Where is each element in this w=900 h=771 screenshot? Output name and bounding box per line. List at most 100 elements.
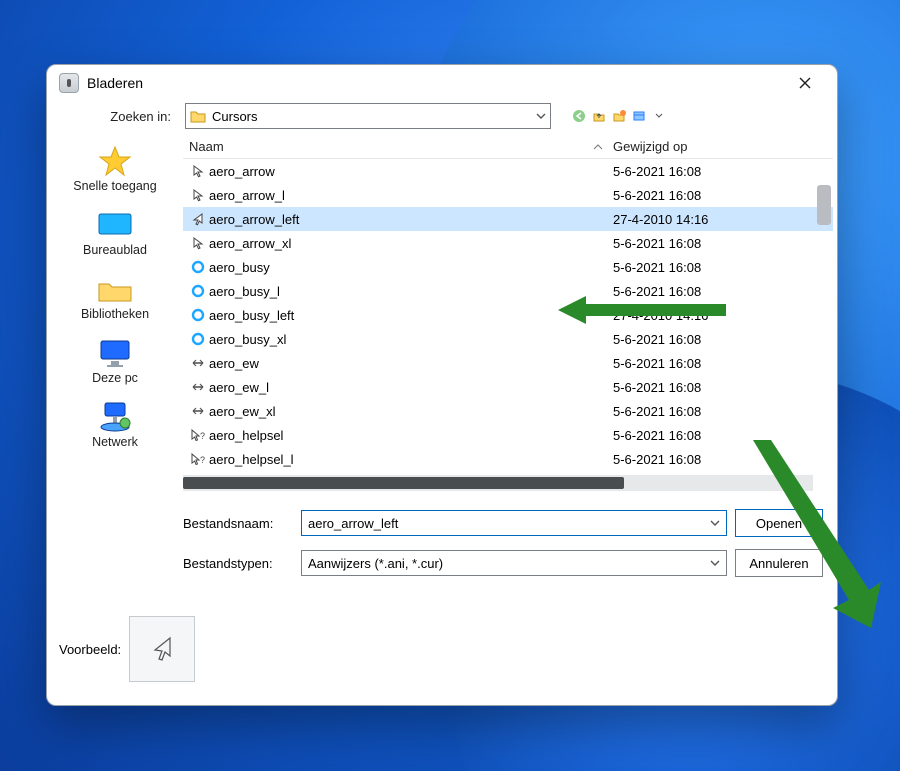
file-name: aero_ew [209, 356, 613, 371]
cursor-preview-icon [148, 635, 176, 663]
busy-icon [183, 284, 209, 298]
lookin-folder-name: Cursors [212, 109, 258, 124]
file-name: aero_ew_xl [209, 404, 613, 419]
file-date: 5-6-2021 16:08 [613, 356, 813, 371]
column-header-modified[interactable]: Gewijzigd op [613, 139, 813, 154]
help-cursor-icon: ? [183, 428, 209, 442]
file-name: aero_busy_l [209, 284, 613, 299]
file-list[interactable]: aero_arrow5-6-2021 16:08aero_arrow_l5-6-… [183, 159, 833, 471]
horizontal-scrollbar[interactable] [183, 475, 813, 491]
resize-ew-icon [183, 380, 209, 394]
chevron-down-icon [710, 520, 720, 526]
file-date: 5-6-2021 16:08 [613, 452, 813, 467]
place-quick[interactable]: Snelle toegang [55, 141, 175, 199]
file-row[interactable]: aero_busy_xl5-6-2021 16:08 [183, 327, 833, 351]
file-row[interactable]: aero_ew5-6-2021 16:08 [183, 351, 833, 375]
desktop-background: Bladeren Zoeken in: Cursors [0, 0, 900, 771]
file-date: 27-4-2010 14:16 [613, 308, 813, 323]
close-button[interactable] [785, 69, 825, 97]
open-button-label: Openen [756, 516, 802, 531]
file-date: 5-6-2021 16:08 [613, 260, 813, 275]
file-date: 5-6-2021 16:08 [613, 236, 813, 251]
lookin-label: Zoeken in: [61, 109, 177, 124]
file-date: 5-6-2021 16:08 [613, 380, 813, 395]
file-name: aero_helpsel [209, 428, 613, 443]
column-header-name[interactable]: Naam [183, 139, 593, 154]
file-row[interactable]: aero_arrow5-6-2021 16:08 [183, 159, 833, 183]
window-title: Bladeren [87, 75, 143, 91]
place-label: Deze pc [55, 371, 175, 385]
cursor-icon [183, 164, 209, 178]
file-name: aero_arrow_xl [209, 236, 613, 251]
sort-indicator-icon [593, 144, 613, 150]
new-folder-icon[interactable] [611, 108, 627, 124]
file-date: 5-6-2021 16:08 [613, 188, 813, 203]
busy-icon [183, 332, 209, 346]
file-row[interactable]: aero_arrow_l5-6-2021 16:08 [183, 183, 833, 207]
file-name: aero_ew_l [209, 380, 613, 395]
preview-box [129, 616, 195, 682]
preview-area: Voorbeeld: [47, 589, 837, 705]
place-libraries[interactable]: Bibliotheken [55, 269, 175, 327]
cancel-button[interactable]: Annuleren [735, 549, 823, 577]
file-name: aero_helpsel_l [209, 452, 613, 467]
cancel-button-label: Annuleren [749, 556, 808, 571]
lookin-toolbar: Zoeken in: Cursors [47, 101, 837, 135]
close-icon [799, 77, 811, 89]
file-name: aero_arrow_l [209, 188, 613, 203]
place-network[interactable]: Netwerk [55, 397, 175, 455]
filename-input[interactable]: aero_arrow_left [301, 510, 727, 536]
place-desktop[interactable]: Bureaublad [55, 205, 175, 263]
file-date: 5-6-2021 16:08 [613, 428, 813, 443]
file-row[interactable]: aero_busy_left27-4-2010 14:16 [183, 303, 833, 327]
file-date: 5-6-2021 16:08 [613, 164, 813, 179]
up-folder-icon[interactable] [591, 108, 607, 124]
filetype-value: Aanwijzers (*.ani, *.cur) [308, 556, 443, 571]
file-row[interactable]: aero_arrow_left27-4-2010 14:16 [183, 207, 833, 231]
folder-icon [190, 109, 206, 123]
filter-rows: Bestandsnaam: aero_arrow_left Openen Be [183, 509, 833, 589]
file-list-header: Naam Gewijzigd op [183, 135, 833, 159]
browse-dialog: Bladeren Zoeken in: Cursors [46, 64, 838, 706]
file-row[interactable]: aero_ew_xl5-6-2021 16:08 [183, 399, 833, 423]
file-date: 5-6-2021 16:08 [613, 332, 813, 347]
file-row[interactable]: aero_arrow_xl5-6-2021 16:08 [183, 231, 833, 255]
views-icon[interactable] [631, 108, 647, 124]
filetype-label: Bestandstypen: [183, 556, 293, 571]
chevron-down-icon[interactable] [651, 108, 667, 124]
filetype-select[interactable]: Aanwijzers (*.ani, *.cur) [301, 550, 727, 576]
help-cursor-icon: ? [183, 452, 209, 466]
vertical-scrollbar[interactable] [817, 185, 831, 225]
file-name: aero_arrow_left [209, 212, 613, 227]
mouse-icon [59, 73, 79, 93]
titlebar[interactable]: Bladeren [47, 65, 837, 101]
busy-icon [183, 308, 209, 322]
back-icon[interactable] [571, 108, 587, 124]
svg-text:?: ? [200, 431, 205, 441]
cursor-left-icon [183, 212, 209, 226]
place-label: Bureaublad [55, 243, 175, 257]
file-name: aero_busy [209, 260, 613, 275]
network-icon [95, 401, 135, 433]
file-name: aero_busy_left [209, 308, 613, 323]
chevron-down-icon [710, 560, 720, 566]
file-name: aero_busy_xl [209, 332, 613, 347]
lookin-folder-combo[interactable]: Cursors [185, 103, 551, 129]
place-thispc[interactable]: Deze pc [55, 333, 175, 391]
open-button[interactable]: Openen [735, 509, 823, 537]
resize-ew-icon [183, 404, 209, 418]
resize-ew-icon [183, 356, 209, 370]
chevron-down-icon [536, 113, 546, 119]
file-area: Naam Gewijzigd op aero_arrow5-6-2021 16:… [183, 135, 837, 589]
file-row[interactable]: aero_busy5-6-2021 16:08 [183, 255, 833, 279]
file-row[interactable]: aero_ew_l5-6-2021 16:08 [183, 375, 833, 399]
file-row[interactable]: ?aero_helpsel_l5-6-2021 16:08 [183, 447, 833, 471]
file-row[interactable]: aero_busy_l5-6-2021 16:08 [183, 279, 833, 303]
preview-label: Voorbeeld: [59, 642, 121, 657]
file-name: aero_arrow [209, 164, 613, 179]
lookin-extra-icons [571, 108, 667, 124]
file-row[interactable]: ? aero_helpsel5-6-2021 16:08 [183, 423, 833, 447]
file-date: 27-4-2010 14:16 [613, 212, 813, 227]
desktop-icon [95, 209, 135, 241]
place-label: Bibliotheken [55, 307, 175, 321]
